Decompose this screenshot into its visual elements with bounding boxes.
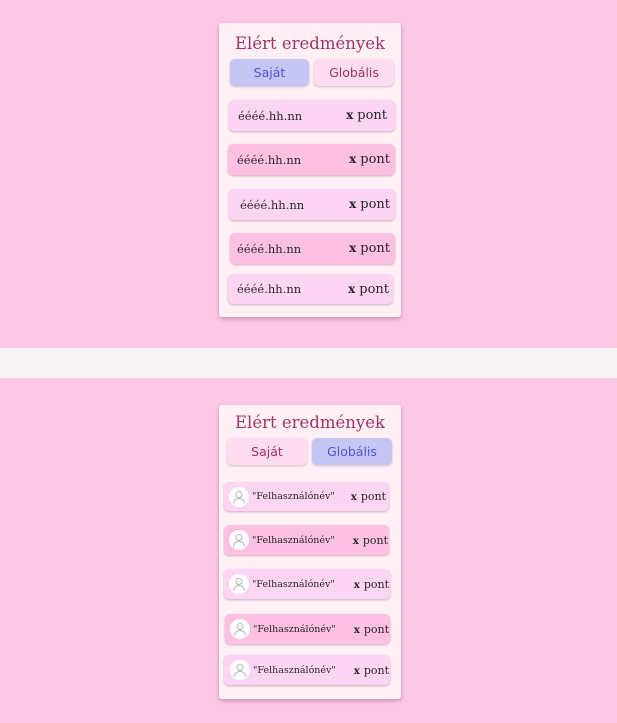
result-score: x — [346, 108, 354, 122]
own-results-card: Elért eredmények Saját Globális éééé.hh.… — [219, 23, 401, 317]
tab-global[interactable]: Globális — [312, 438, 392, 465]
result-unit: pont — [360, 490, 386, 503]
result-date: éééé.hh.nn — [240, 197, 305, 212]
leaderboard-row: "Felhasználónév" x pont — [224, 569, 390, 599]
user-avatar-icon — [229, 574, 249, 594]
result-unit: pont — [359, 281, 389, 297]
result-score: x — [353, 665, 360, 677]
leaderboard-row: "Felhasználónév" x pont — [224, 482, 389, 511]
result-score: x — [353, 624, 360, 636]
result-score: x — [350, 492, 357, 503]
leaderboard-row: "Felhasználónév" x pont — [225, 614, 390, 644]
result-unit: pont — [363, 622, 389, 636]
result-row: éééé.hh.nn x pont — [229, 100, 395, 131]
tab-own[interactable]: Saját — [230, 59, 309, 86]
result-unit: pont — [360, 241, 390, 256]
result-row: éééé.hh.nn x pont — [229, 189, 395, 220]
user-avatar-icon — [229, 486, 249, 507]
result-score: x — [353, 579, 360, 591]
user-avatar-icon — [230, 660, 250, 680]
result-row: éééé.hh.nn x pont — [228, 144, 395, 175]
result-unit: pont — [360, 152, 390, 167]
result-row: éééé.hh.nn x pont — [228, 274, 393, 304]
leaderboard-row: "Felhasználónév" x pont — [224, 525, 389, 555]
leaderboard-row: "Felhasználónév" x pont — [224, 655, 390, 685]
result-unit: pont — [360, 197, 390, 212]
page-title: Elért eredmények — [235, 34, 385, 53]
result-unit: pont — [363, 577, 389, 591]
result-date: éééé.hh.nn — [237, 241, 302, 256]
result-unit: pont — [362, 533, 388, 547]
result-unit: pont — [357, 108, 387, 123]
global-results-card: Elért eredmények Saját Globális "Felhasz… — [219, 405, 401, 699]
tab-global[interactable]: Globális — [314, 59, 394, 86]
username: "Felhasználónév" — [252, 534, 335, 546]
section-divider — [0, 348, 617, 378]
result-score: x — [352, 535, 359, 547]
user-avatar-icon — [229, 530, 249, 550]
result-date: éééé.hh.nn — [237, 282, 302, 296]
result-date: éééé.hh.nn — [238, 108, 303, 123]
username: "Felhasználónév" — [252, 491, 335, 502]
result-date: éééé.hh.nn — [237, 152, 302, 167]
result-score: x — [348, 281, 356, 296]
username: "Felhasználónév" — [253, 664, 336, 676]
user-avatar-icon — [230, 619, 250, 639]
result-score: x — [349, 241, 357, 255]
result-score: x — [349, 152, 357, 166]
page-title: Elért eredmények — [235, 413, 385, 432]
result-score: x — [349, 197, 357, 211]
tab-own[interactable]: Saját — [227, 438, 307, 465]
result-row: éééé.hh.nn x pont — [230, 233, 395, 264]
username: "Felhasználónév" — [252, 578, 335, 590]
result-unit: pont — [363, 663, 389, 677]
username: "Felhasználónév" — [253, 623, 336, 635]
